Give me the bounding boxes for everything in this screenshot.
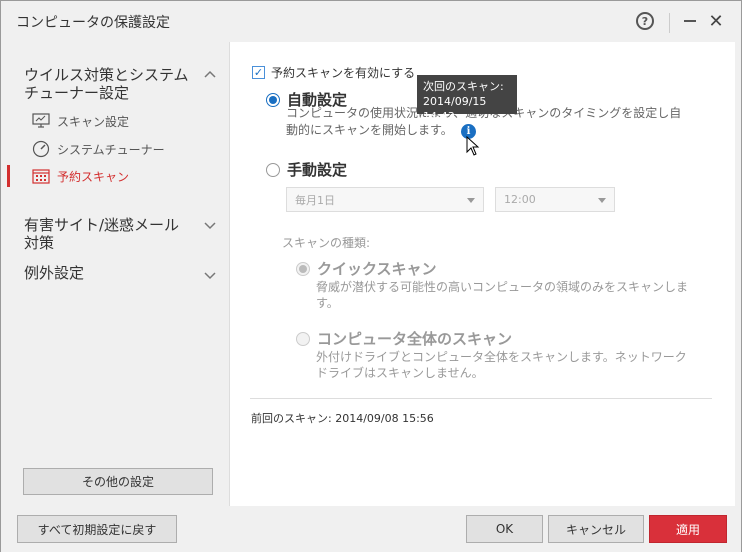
quick-desc-line1: 脅威が潜伏する可能性の高いコンピュータの領域のみをスキャンしま [316, 280, 689, 294]
cancel-button[interactable]: キャンセル [548, 515, 644, 543]
time-select[interactable]: 12:00 [495, 187, 615, 212]
sidebar-item-system-tuner[interactable]: システムチューナー [31, 138, 165, 160]
minimize-button[interactable] [678, 9, 702, 33]
footer: すべて初期設定に戻す OK キャンセル 適用 [1, 506, 741, 552]
reset-defaults-button[interactable]: すべて初期設定に戻す [17, 515, 177, 543]
sidebar-item-label: システムチューナー [57, 142, 165, 157]
auto-setting-radio[interactable] [266, 92, 280, 107]
settings-window: コンピュータの保護設定 ? ✕ ウイルス対策とシステム チューナー設定 スキャン… [0, 0, 742, 552]
nav-group-web-mail[interactable]: 有害サイト/迷惑メール 対策 [24, 216, 179, 252]
manual-setting-label: 手動設定 [287, 161, 348, 179]
quick-scan-option[interactable]: クイックスキャン [296, 258, 437, 279]
sidebar: ウイルス対策とシステム チューナー設定 スキャン設定 システムチューナー 予約ス… [7, 42, 229, 506]
minimize-icon [684, 20, 696, 22]
nav-group-label-line1: 有害サイト/迷惑メール [24, 216, 180, 234]
divider [250, 398, 712, 399]
close-icon: ✕ [708, 10, 724, 32]
mouse-cursor-icon [466, 136, 480, 156]
close-button[interactable]: ✕ [704, 9, 728, 33]
chevron-down-icon [598, 198, 606, 203]
tooltip-value: 2014/09/15 14:43 [423, 95, 487, 123]
quick-scan-description: 脅威が潜伏する可能性の高いコンピュータの領域のみをスキャンしま す。 [316, 279, 701, 311]
enable-scheduled-scan-label: 予約スキャンを有効にする [271, 66, 416, 80]
main-panel: ✓ 予約スキャンを有効にする 自動設定 コンピュータの使用状況により、適切なスキ… [229, 42, 735, 506]
sidebar-item-scheduled-scan[interactable]: 予約スキャン [31, 165, 129, 187]
nav-group-label-line1: ウイルス対策とシステム [24, 66, 189, 84]
quick-desc-line2: す。 [316, 296, 339, 310]
help-button[interactable]: ? [633, 9, 657, 33]
active-indicator [7, 165, 10, 187]
sidebar-item-label: スキャン設定 [57, 114, 130, 129]
gauge-icon [31, 140, 51, 158]
manual-setting-option[interactable]: 手動設定 [266, 159, 347, 180]
chevron-down-icon[interactable] [204, 220, 216, 233]
nav-group-label-line2: チューナー設定 [24, 84, 130, 102]
calendar-icon [31, 167, 51, 185]
title-bar: コンピュータの保護設定 ? ✕ [1, 1, 741, 41]
last-scan-text: 前回のスキャン: 2014/09/08 15:56 [251, 412, 434, 425]
other-settings-button[interactable]: その他の設定 [23, 468, 213, 495]
titlebar-divider [669, 13, 670, 33]
chevron-up-icon[interactable] [204, 68, 216, 81]
next-scan-tooltip: 次回のスキャン: 2014/09/15 14:43 [417, 75, 517, 123]
chevron-down-icon[interactable] [204, 270, 216, 283]
sidebar-item-label: 予約スキャン [57, 169, 130, 184]
question-circle-icon: ? [636, 12, 654, 30]
full-scan-description: 外付けドライブとコンピュータ全体をスキャンします。ネットワーク ドライブはスキャ… [316, 349, 701, 381]
nav-group-label: 例外設定 [24, 264, 85, 282]
sidebar-item-scan-settings[interactable]: スキャン設定 [31, 110, 129, 132]
ok-button[interactable]: OK [466, 515, 543, 543]
window-title: コンピュータの保護設定 [16, 15, 170, 31]
quick-scan-radio[interactable] [296, 261, 310, 276]
auto-desc-line2: 動的にスキャンを開始します。 [286, 123, 453, 137]
monitor-icon [31, 112, 51, 130]
chevron-down-icon [467, 198, 475, 203]
full-desc-line2: ドライブはスキャンしません。 [316, 366, 484, 380]
day-select-value: 毎月1日 [295, 193, 335, 207]
enable-scheduled-scan-row[interactable]: ✓ 予約スキャンを有効にする [252, 64, 415, 81]
scan-type-label: スキャンの種類: [282, 236, 371, 250]
full-scan-option[interactable]: コンピュータ全体のスキャン [296, 328, 512, 349]
time-select-value: 12:00 [504, 193, 536, 206]
full-scan-label: コンピュータ全体のスキャン [317, 330, 513, 348]
manual-setting-radio[interactable] [266, 162, 280, 177]
day-select[interactable]: 毎月1日 [286, 187, 484, 212]
full-scan-radio[interactable] [296, 331, 310, 346]
tooltip-title: 次回のスキャン: [423, 80, 504, 93]
quick-scan-label: クイックスキャン [317, 260, 437, 278]
full-desc-line1: 外付けドライブとコンピュータ全体をスキャンします。ネットワーク [316, 350, 687, 364]
nav-group-label-line2: 対策 [24, 234, 55, 252]
nav-group-antivirus[interactable]: ウイルス対策とシステム チューナー設定 [24, 66, 189, 102]
enable-scheduled-scan-checkbox[interactable]: ✓ [252, 66, 265, 79]
apply-button[interactable]: 適用 [649, 515, 727, 543]
nav-group-exceptions[interactable]: 例外設定 [24, 264, 84, 282]
